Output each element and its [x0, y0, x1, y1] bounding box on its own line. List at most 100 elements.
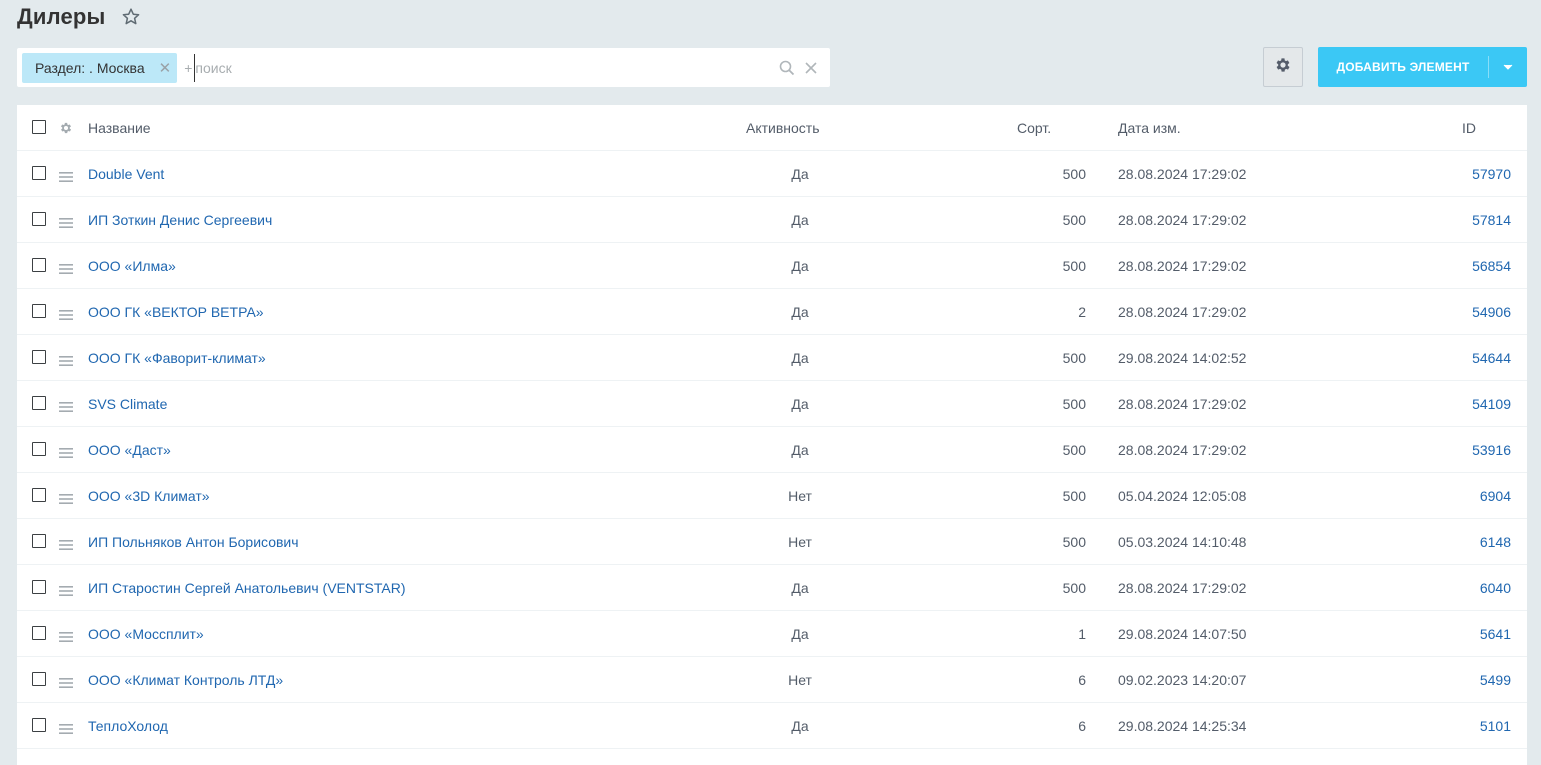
row-date: 29.08.2024 14:07:50	[1118, 625, 1247, 642]
row-checkbox[interactable]	[32, 534, 46, 548]
row-name-link[interactable]: ООО «Климат Контроль ЛТД»	[88, 672, 283, 688]
table-row[interactable]: ИП Польняков Антон Борисович Нет 500 05.03.…	[17, 519, 1527, 565]
row-id-link[interactable]: 54109	[1417, 396, 1511, 412]
drag-handle-icon[interactable]	[59, 261, 73, 274]
row-checkbox[interactable]	[32, 718, 46, 732]
row-date: 28.08.2024 17:29:02	[1118, 579, 1247, 596]
table-row[interactable]: ООО «3D Климат» Нет 500 05.04.2024 12:05:08…	[17, 473, 1527, 519]
drag-handle-icon[interactable]	[59, 445, 73, 458]
row-date: 28.08.2024 17:29:02	[1118, 303, 1247, 320]
select-all-checkbox[interactable]	[32, 120, 46, 134]
drag-handle-icon[interactable]	[59, 721, 73, 734]
drag-handle-icon[interactable]	[59, 353, 73, 366]
column-settings-icon[interactable]	[59, 121, 73, 135]
row-name-link[interactable]: ТеплоХолод	[88, 718, 168, 734]
row-checkbox[interactable]	[32, 258, 46, 272]
row-id-link[interactable]: 57814	[1417, 212, 1511, 228]
drag-handle-icon[interactable]	[59, 307, 73, 320]
row-name-link[interactable]: Double Vent	[88, 166, 164, 182]
table-row[interactable]: ИП Зоткин Денис Сергеевич Да 500 28.08.2024…	[17, 197, 1527, 243]
table-row[interactable]: ООО «Даст» Да 500 28.08.2024 17:29:02 53916	[17, 427, 1527, 473]
clear-search-icon[interactable]	[803, 60, 819, 76]
table-row[interactable]: ООО ГК «ВЕКТОР ВЕТРА» Да 2 28.08.2024 17:29…	[17, 289, 1527, 335]
row-active: Да	[791, 625, 809, 642]
row-active: Нет	[788, 533, 812, 550]
row-active: Да	[791, 165, 809, 182]
row-id-link[interactable]: 57970	[1417, 166, 1511, 182]
row-name-link[interactable]: ООО «Даст»	[88, 442, 171, 458]
row-date: 29.08.2024 14:02:52	[1118, 349, 1247, 366]
table-row[interactable]: ООО «Мосcплит» Да 1 29.08.2024 14:07:50 5641	[17, 611, 1527, 657]
drag-handle-icon[interactable]	[59, 399, 73, 412]
row-active: Да	[791, 441, 809, 458]
column-header-active[interactable]: Активность	[746, 120, 820, 136]
row-sort: 500	[1062, 349, 1086, 366]
row-name-link[interactable]: ООО «3D Климат»	[88, 488, 210, 504]
row-id-link[interactable]: 6148	[1417, 534, 1511, 550]
row-checkbox[interactable]	[32, 672, 46, 686]
add-element-button[interactable]: Добавить элемент	[1318, 47, 1527, 87]
row-name-link[interactable]: ИП Зоткин Денис Сергеевич	[88, 212, 272, 228]
column-header-name[interactable]: Название	[88, 120, 151, 136]
row-date: 28.08.2024 17:29:02	[1118, 441, 1247, 458]
row-id-link[interactable]: 56854	[1417, 258, 1511, 274]
row-checkbox[interactable]	[32, 304, 46, 318]
row-name-link[interactable]: SVS Climate	[88, 396, 167, 412]
column-header-date[interactable]: Дата изм.	[1118, 120, 1181, 136]
row-date: 29.08.2024 14:25:34	[1118, 717, 1247, 734]
row-checkbox[interactable]	[32, 212, 46, 226]
table-row[interactable]: SVS Climate Да 500 28.08.2024 17:29:02 54109	[17, 381, 1527, 427]
column-header-id[interactable]: ID	[1462, 120, 1476, 136]
row-checkbox[interactable]	[32, 580, 46, 594]
drag-handle-icon[interactable]	[59, 675, 73, 688]
row-id-link[interactable]: 5101	[1417, 718, 1511, 734]
table-row[interactable]: ООО «Илма» Да 500 28.08.2024 17:29:02 56854	[17, 243, 1527, 289]
table-header: Название Активность Сорт. Дата изм. ID	[17, 105, 1527, 151]
drag-handle-icon[interactable]	[59, 169, 73, 182]
row-id-link[interactable]: 53916	[1417, 442, 1511, 458]
row-sort: 500	[1062, 165, 1086, 182]
row-name-link[interactable]: ООО «Илма»	[88, 258, 176, 274]
row-checkbox[interactable]	[32, 396, 46, 410]
row-id-link[interactable]: 5499	[1417, 672, 1511, 688]
settings-button[interactable]	[1263, 47, 1303, 87]
row-checkbox[interactable]	[32, 442, 46, 456]
row-name-link[interactable]: ООО ГК «Фаворит-климат»	[88, 350, 266, 366]
row-checkbox[interactable]	[32, 166, 46, 180]
drag-handle-icon[interactable]	[59, 583, 73, 596]
row-name-link[interactable]: ООО ГК «ВЕКТОР ВЕТРА»	[88, 304, 264, 320]
filter-tag-remove-icon[interactable]: ✕	[159, 59, 172, 77]
row-date: 28.08.2024 17:29:02	[1118, 395, 1247, 412]
row-name-link[interactable]: ИП Старостин Сергей Анатольевич (VENTSTA…	[88, 580, 406, 596]
drag-handle-icon[interactable]	[59, 537, 73, 550]
drag-handle-icon[interactable]	[59, 629, 73, 642]
filter-tag-section[interactable]: Раздел: . Москва ✕	[22, 52, 178, 83]
row-sort: 6	[1078, 717, 1086, 734]
drag-handle-icon[interactable]	[59, 215, 73, 228]
row-checkbox[interactable]	[32, 488, 46, 502]
column-header-sort[interactable]: Сорт.	[1017, 120, 1051, 136]
table-row[interactable]: ООО «Климат Контроль ЛТД» Нет 6 09.02.2023 …	[17, 657, 1527, 703]
table-row[interactable]: ТеплоХолод Да 6 29.08.2024 14:25:34 5101	[17, 703, 1527, 749]
row-name-link[interactable]: ИП Польняков Антон Борисович	[88, 534, 299, 550]
row-id-link[interactable]: 5641	[1417, 626, 1511, 642]
row-id-link[interactable]: 6904	[1417, 488, 1511, 504]
row-checkbox[interactable]	[32, 350, 46, 364]
row-id-link[interactable]: 54644	[1417, 350, 1511, 366]
row-sort: 500	[1062, 487, 1086, 504]
row-checkbox[interactable]	[32, 626, 46, 640]
search-input[interactable]	[194, 53, 779, 82]
row-name-link[interactable]: ООО «Мосcплит»	[88, 626, 204, 642]
row-id-link[interactable]: 6040	[1417, 580, 1511, 596]
title-row: Дилеры	[17, 2, 141, 32]
page-title: Дилеры	[17, 4, 106, 29]
row-id-link[interactable]: 54906	[1417, 304, 1511, 320]
search-icon[interactable]	[779, 60, 795, 76]
table-row[interactable]: ООО ГК «Фаворит-климат» Да 500 29.08.2024 1…	[17, 335, 1527, 381]
table-row[interactable]: ИП Старостин Сергей Анатольевич (VENTSTA…	[17, 565, 1527, 611]
star-icon[interactable]	[121, 7, 141, 27]
add-dropdown-toggle[interactable]	[1489, 64, 1527, 70]
table-row[interactable]: Double Vent Да 500 28.08.2024 17:29:02 57970	[17, 151, 1527, 197]
row-sort: 1	[1078, 625, 1086, 642]
drag-handle-icon[interactable]	[59, 491, 73, 504]
